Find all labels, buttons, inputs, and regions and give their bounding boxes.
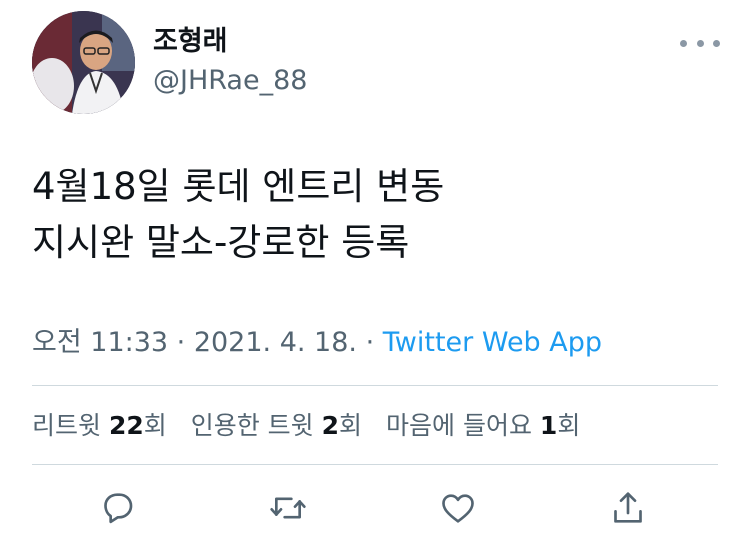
meta-separator: · bbox=[168, 327, 194, 358]
divider bbox=[32, 464, 718, 465]
user-handle[interactable]: @JHRae_88 bbox=[153, 64, 307, 98]
divider bbox=[32, 385, 718, 386]
share-icon bbox=[614, 492, 642, 523]
retweet-icon bbox=[270, 497, 306, 519]
likes-unit: 회 bbox=[557, 411, 581, 440]
retweets-count: 22 bbox=[108, 411, 144, 440]
meta-separator: · bbox=[357, 327, 383, 358]
tweet-source-link[interactable]: Twitter Web App bbox=[383, 327, 602, 358]
likes-label: 마음에 들어요 bbox=[386, 411, 540, 440]
tweet-text-line-2: 지시완 말소-강로한 등록 bbox=[32, 221, 410, 264]
like-button[interactable] bbox=[436, 486, 480, 530]
display-name[interactable]: 조형래 bbox=[153, 24, 228, 60]
retweets-stat[interactable]: 리트윗 22회 bbox=[32, 411, 167, 440]
quotes-stat[interactable]: 인용한 트윗 2회 bbox=[191, 411, 362, 440]
reply-icon bbox=[104, 493, 133, 524]
engagement-stats: 리트윗 22회 인용한 트윗 2회 마음에 들어요 1회 bbox=[32, 407, 596, 445]
more-options-button[interactable] bbox=[680, 30, 720, 56]
quotes-unit: 회 bbox=[339, 411, 363, 440]
retweets-label: 리트윗 bbox=[32, 411, 109, 440]
avatar[interactable] bbox=[32, 11, 135, 114]
tweet-time[interactable]: 오전 11:33 bbox=[32, 327, 168, 358]
quotes-count: 2 bbox=[321, 411, 340, 440]
tweet-text-line-1: 4월18일 롯데 엔트리 변동 bbox=[32, 165, 445, 208]
likes-stat[interactable]: 마음에 들어요 1회 bbox=[386, 411, 580, 440]
likes-count: 1 bbox=[539, 411, 558, 440]
tweet-detail: 조형래 @JHRae_88 4월18일 롯데 엔트리 변동 지시완 말소-강로한… bbox=[0, 0, 750, 533]
retweet-button[interactable] bbox=[266, 486, 310, 530]
quotes-label: 인용한 트윗 bbox=[190, 411, 322, 440]
more-dot bbox=[696, 39, 704, 47]
more-dot bbox=[680, 39, 687, 47]
avatar-photo-icon bbox=[32, 11, 135, 114]
reply-button[interactable] bbox=[96, 486, 140, 530]
tweet-date[interactable]: 2021. 4. 18. bbox=[194, 327, 357, 358]
heart-icon bbox=[442, 494, 474, 523]
retweets-unit: 회 bbox=[143, 411, 167, 440]
more-dot bbox=[713, 39, 720, 47]
tweet-text: 4월18일 롯데 엔트리 변동 지시완 말소-강로한 등록 bbox=[32, 159, 444, 271]
action-bar bbox=[0, 486, 750, 530]
tweet-metadata: 오전 11:33 · 2021. 4. 18. · Twitter Web Ap… bbox=[32, 324, 602, 362]
share-button[interactable] bbox=[606, 486, 650, 530]
